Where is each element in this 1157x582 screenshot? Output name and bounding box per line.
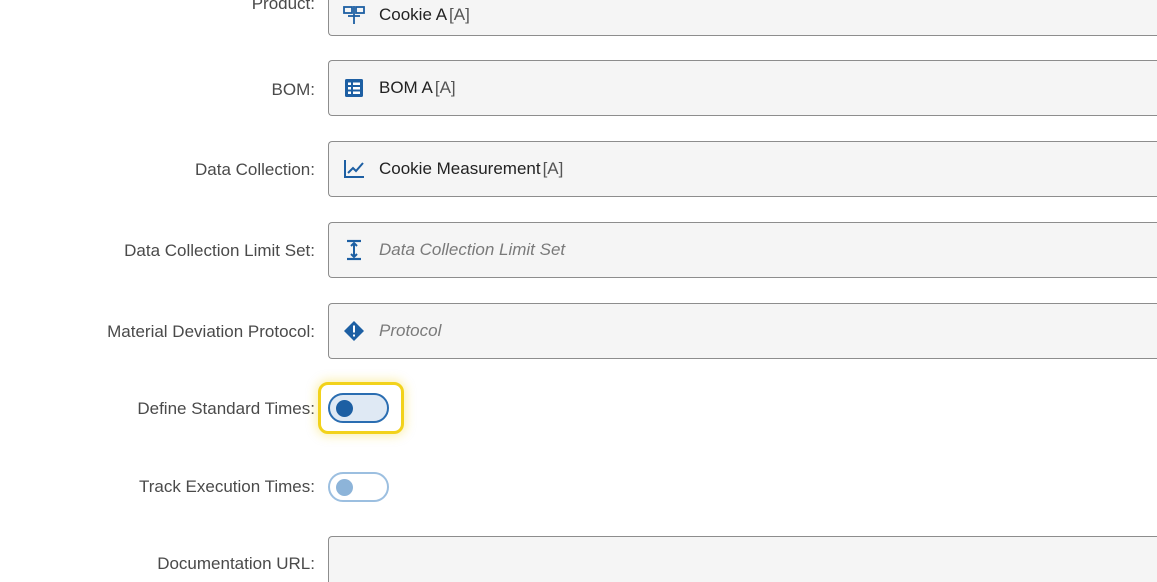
data-collection-limit-set-field[interactable]: Data Collection Limit Set <box>328 222 1157 278</box>
data-collection-limit-set-placeholder: Data Collection Limit Set <box>379 240 566 259</box>
data-collection-label: Data Collection: <box>194 160 315 179</box>
documentation-url-field[interactable] <box>328 536 1157 582</box>
documentation-url-label: Documentation URL: <box>157 554 315 573</box>
data-collection-value: Cookie Measurement [A] <box>379 159 564 178</box>
material-deviation-protocol-field[interactable]: Protocol <box>328 303 1157 359</box>
material-deviation-protocol-label: Material Deviation Protocol: <box>107 322 315 341</box>
define-standard-times-toggle[interactable] <box>328 393 389 423</box>
product-label: Product: <box>251 0 315 13</box>
track-execution-times-toggle[interactable] <box>328 472 389 502</box>
bom-field[interactable]: BOM A [A] <box>328 60 1157 116</box>
bom-list-icon <box>343 77 365 99</box>
bom-label: BOM: <box>271 80 315 99</box>
product-field[interactable]: Cookie A [A] <box>328 0 1157 36</box>
define-standard-times-label: Define Standard Times: <box>137 399 315 418</box>
protocol-diamond-icon <box>343 320 365 342</box>
limit-range-icon <box>343 239 365 261</box>
material-deviation-protocol-placeholder: Protocol <box>379 321 442 340</box>
operation-form: Product: Cookie A [A] BOM: BOM A [A] Dat… <box>0 0 1157 582</box>
data-collection-field[interactable]: Cookie Measurement [A] <box>328 141 1157 197</box>
toggle-knob <box>336 479 353 496</box>
data-collection-limit-set-label: Data Collection Limit Set: <box>124 241 315 260</box>
product-value: Cookie A [A] <box>379 5 470 24</box>
toggle-knob <box>336 400 353 417</box>
track-execution-times-label: Track Execution Times: <box>138 477 315 496</box>
line-chart-icon <box>343 158 365 180</box>
product-icon <box>343 4 365 26</box>
bom-value: BOM A [A] <box>379 78 456 97</box>
